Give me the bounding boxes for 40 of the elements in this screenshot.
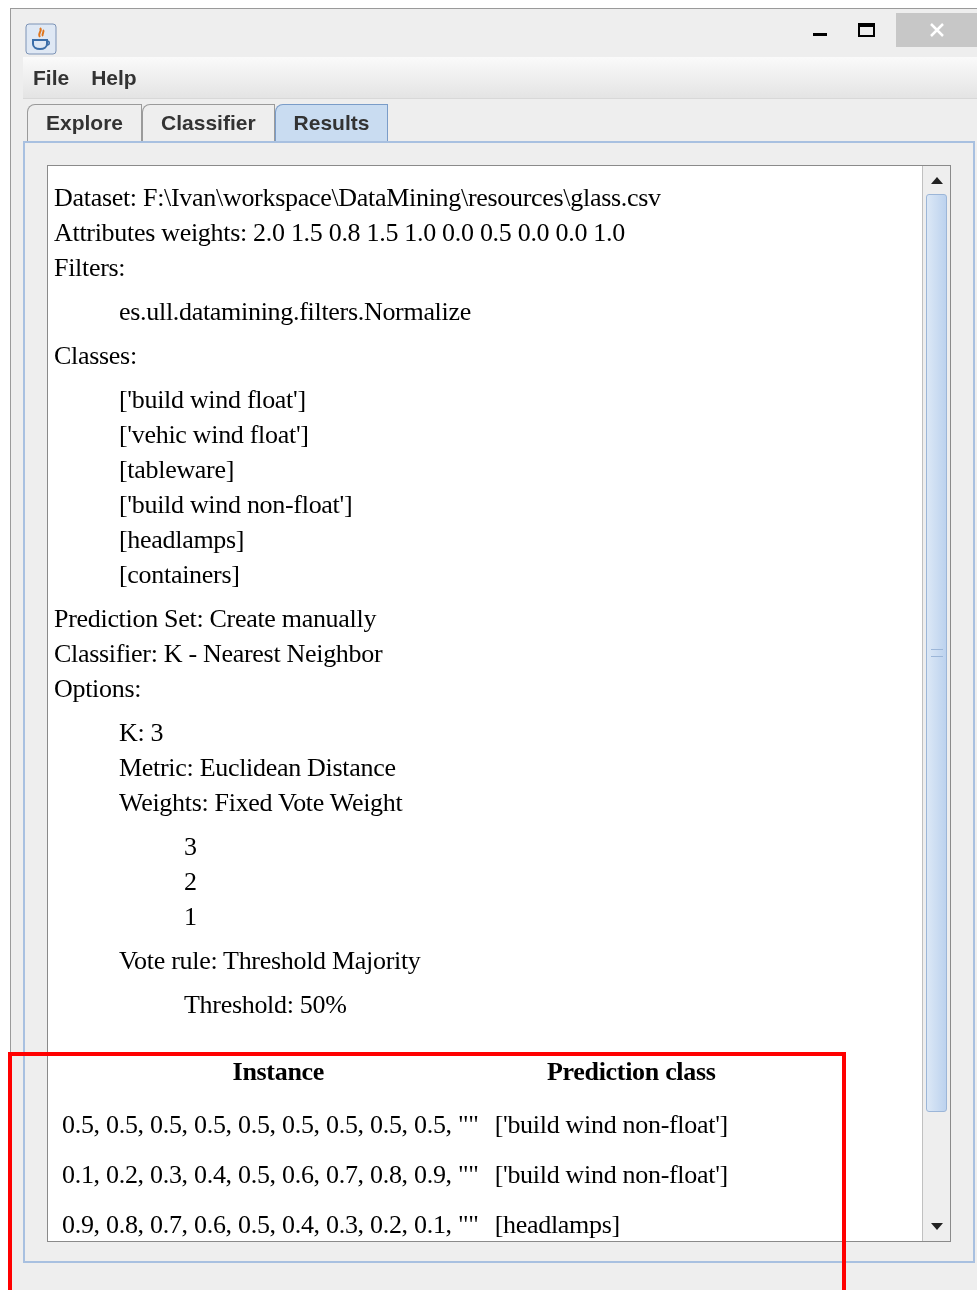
java-cup-icon (25, 23, 57, 55)
report-line: Weights: Fixed Vote Weight (119, 787, 404, 819)
report-line: es.ull.datamining.filters.Normalize (119, 296, 472, 328)
column-header: Prediction class (545, 1056, 717, 1088)
table-cell-text: ['build wind non-float'] (494, 1108, 729, 1141)
report-line: 2 (184, 866, 198, 898)
vertical-scrollbar[interactable] (922, 166, 950, 1241)
report-line: K: 3 (119, 717, 165, 749)
report-line: Vote rule: Threshold Majority (119, 945, 422, 977)
menu-item[interactable]: Help (91, 61, 137, 94)
column-header: Instance (231, 1056, 326, 1088)
report-line: Attributes weights: 2.0 1.5 0.8 1.5 1.0 0.0 0.5 0.0 0.0 1.0 (54, 217, 626, 249)
report-line: ['build wind non-float'] (119, 489, 354, 521)
report-line: [containers] (119, 559, 241, 591)
table-cell-text: [headlamps] (494, 1208, 621, 1241)
report-line: ['build wind float'] (119, 384, 307, 416)
report-line: [headlamps] (119, 524, 246, 556)
menu-item[interactable]: File (33, 61, 70, 94)
table-cell-text: ['build wind non-float'] (494, 1158, 729, 1191)
tab[interactable]: Results (274, 104, 389, 141)
close-icon (928, 22, 945, 38)
report-line: Classes: (54, 340, 138, 372)
table-cell-text: 0.9, 0.8, 0.7, 0.6, 0.5, 0.4, 0.3, 0.2, 0.1, "" (62, 1208, 480, 1241)
report-line: Filters: (54, 252, 127, 284)
tab[interactable]: Classifier (142, 104, 275, 141)
report-line: Options: (54, 673, 143, 705)
report-line: 3 (184, 831, 198, 863)
down-arrow-icon (930, 1223, 943, 1231)
table-cell-text: 0.5, 0.5, 0.5, 0.5, 0.5, 0.5, 0.5, 0.5, 0.5, "" (62, 1108, 480, 1141)
report-line: ['vehic wind float'] (119, 419, 310, 451)
table-cell-text: 0.1, 0.2, 0.3, 0.4, 0.5, 0.6, 0.7, 0.8, 0.9, "" (62, 1158, 480, 1191)
report-line: Dataset: F:\Ivan\workspace\DataMining\resources\glass.csv (54, 182, 662, 214)
tab[interactable]: Explore (27, 104, 143, 141)
report-line: [tableware] (119, 454, 236, 486)
report-line: Prediction Set: Create manually (54, 603, 378, 635)
report-line: 1 (184, 901, 198, 933)
up-arrow-icon (930, 176, 943, 184)
report-line: Threshold: 50% (184, 989, 348, 1021)
report-line: Metric: Euclidean Distance (119, 752, 397, 784)
report-line: Classifier: K - Nearest Neighbor (54, 638, 384, 670)
